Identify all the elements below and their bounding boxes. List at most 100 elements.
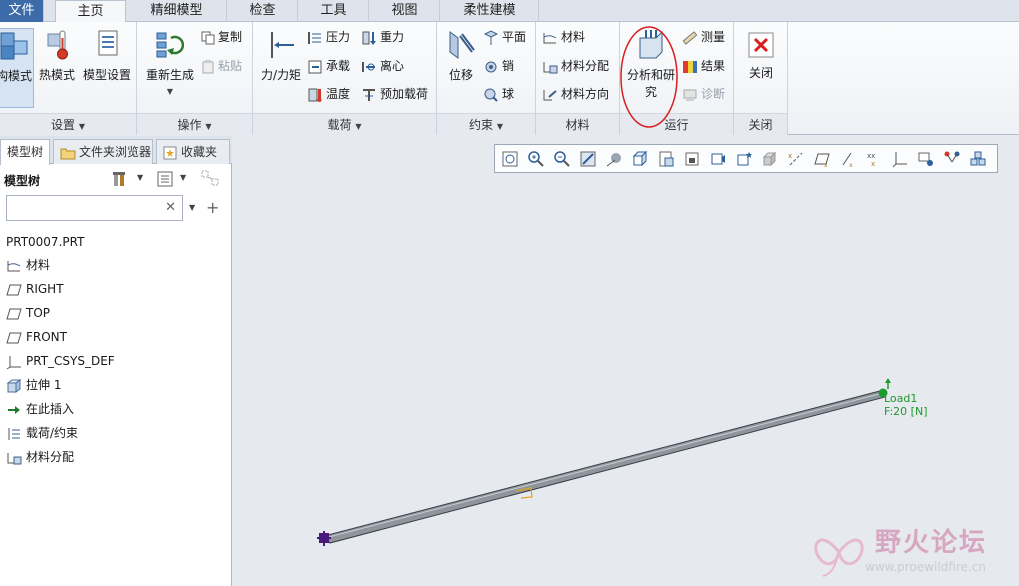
group-material-text: 材料 xyxy=(565,118,590,132)
tab-folder-browser[interactable]: 文件夹浏览器 xyxy=(53,139,153,164)
load-name: Load1 xyxy=(884,392,918,405)
material-label: 材料 xyxy=(561,30,586,44)
group-operations-text: 操作 xyxy=(177,118,202,132)
tree-item-label: FRONT xyxy=(26,330,67,344)
results-label: 结果 xyxy=(701,59,726,73)
ball-icon xyxy=(484,88,498,102)
temperature-button[interactable]: 温度 xyxy=(307,84,350,104)
group-constraints-label[interactable]: 约束 ▼ xyxy=(437,113,535,135)
material-assign-button[interactable]: 材料分配 xyxy=(542,56,609,76)
group-loads-label[interactable]: 载荷 ▼ xyxy=(253,113,436,135)
planar-button[interactable]: 平面 xyxy=(483,27,526,47)
chevron-down-icon[interactable]: ▼ xyxy=(137,173,143,182)
settings-tools-icon[interactable] xyxy=(112,170,132,188)
tree-item-top[interactable]: TOP xyxy=(6,302,50,324)
datum-plane-icon xyxy=(6,308,22,319)
displacement-button[interactable]: 位移 xyxy=(441,28,481,83)
tree-item-loads-constraints[interactable]: 载荷/约束 xyxy=(6,422,78,444)
material-orientation-button[interactable]: 材料方向 xyxy=(542,84,609,104)
annotation-circle xyxy=(620,26,678,128)
tab-file[interactable]: 文件 xyxy=(0,0,44,22)
material-button[interactable]: 材料 xyxy=(542,27,585,47)
centrifugal-button[interactable]: 离心 xyxy=(361,56,404,76)
results-button[interactable]: 结果 xyxy=(682,56,725,76)
chevron-down-icon[interactable]: ▼ xyxy=(180,173,186,182)
pressure-button[interactable]: 压力 xyxy=(307,27,350,47)
tab-tools[interactable]: 工具 xyxy=(299,0,369,22)
tab-view[interactable]: 视图 xyxy=(370,0,440,22)
model-setup-icon xyxy=(98,30,118,56)
model-setup-button[interactable]: 模型设置 xyxy=(80,28,134,83)
tab-inspect[interactable]: 检查 xyxy=(228,0,298,22)
preload-icon xyxy=(363,88,375,101)
ribbon: 构模式 热模式 模型设置 设置 ▼ 重新生成 ▼ 复制 粘贴 操作 ▼ 力/力矩… xyxy=(0,22,1019,135)
group-setup-label[interactable]: 设置 ▼ xyxy=(0,113,136,135)
clear-icon[interactable]: ✕ xyxy=(165,200,176,215)
gravity-icon xyxy=(362,31,376,45)
filter-icon[interactable] xyxy=(200,169,222,189)
insert-here-icon xyxy=(8,405,20,414)
pin-icon xyxy=(485,61,497,72)
group-loads: 力/力矩 压力 重力 承载 离心 温度 预加载荷 载荷 ▼ xyxy=(253,22,437,135)
tab-home[interactable]: 主页 xyxy=(55,0,126,23)
add-icon[interactable]: + xyxy=(206,198,219,217)
regenerate-label: 重新生成 xyxy=(145,68,194,82)
tree-item-csys[interactable]: PRT_CSYS_DEF xyxy=(6,350,115,372)
extrude-icon xyxy=(6,378,22,393)
thermal-mode-label: 热模式 xyxy=(38,68,75,82)
group-constraints-text: 约束 xyxy=(469,118,494,132)
gravity-button[interactable]: 重力 xyxy=(361,27,404,47)
chevron-down-icon[interactable]: ▼ xyxy=(189,203,195,212)
show-list-icon[interactable] xyxy=(156,170,174,188)
tab-model-tree-label: 模型树 xyxy=(7,145,44,159)
group-constraints: 位移 平面 销 球 约束 ▼ xyxy=(437,22,536,135)
close-button[interactable]: 关闭 xyxy=(740,30,782,81)
structure-mode-button[interactable]: 构模式 xyxy=(0,28,34,108)
tree-item-part[interactable]: PRT0007.PRT xyxy=(6,231,84,253)
material-icon xyxy=(543,32,557,43)
panel-tabs: 模型树 文件夹浏览器 收藏夹 xyxy=(0,136,232,165)
chevron-down-icon[interactable]: ▼ xyxy=(167,87,173,96)
group-close-text: 关闭 xyxy=(748,118,773,132)
group-operations: 重新生成 ▼ 复制 粘贴 操作 ▼ xyxy=(137,22,253,135)
pressure-label: 压力 xyxy=(326,30,351,44)
measure-button[interactable]: 测量 xyxy=(682,27,725,47)
tree-item-insert-here[interactable]: 在此插入 xyxy=(6,398,74,420)
regenerate-button[interactable]: 重新生成 ▼ xyxy=(141,28,199,97)
group-loads-text: 载荷 xyxy=(327,118,352,132)
copy-button[interactable]: 复制 xyxy=(201,27,242,47)
tree-item-material[interactable]: 材料 xyxy=(6,254,50,276)
bearing-icon xyxy=(308,60,322,73)
tree-item-label: 材料 xyxy=(26,258,51,272)
tab-favorites[interactable]: 收藏夹 xyxy=(156,139,230,164)
bearing-button[interactable]: 承载 xyxy=(307,56,350,76)
thermal-mode-button[interactable]: 热模式 xyxy=(36,28,78,83)
thermometer-icon xyxy=(47,30,68,60)
pin-label: 销 xyxy=(502,59,515,73)
force-moment-button[interactable]: 力/力矩 xyxy=(257,28,305,83)
paste-button[interactable]: 粘贴 xyxy=(201,56,242,76)
pressure-icon xyxy=(308,31,321,44)
tab-model-tree[interactable]: 模型树 xyxy=(0,139,50,165)
pin-button[interactable]: 销 xyxy=(483,56,514,76)
tree-item-extrude[interactable]: 拉伸 1 xyxy=(6,374,61,396)
close-icon xyxy=(748,32,774,58)
tree-item-material-assign[interactable]: 材料分配 xyxy=(6,446,74,468)
tab-refine-model[interactable]: 精细模型 xyxy=(127,0,227,22)
tree-item-front[interactable]: FRONT xyxy=(6,326,67,348)
tree-item-right[interactable]: RIGHT xyxy=(6,278,64,300)
diagnostics-icon xyxy=(683,89,697,100)
tab-flexible-modeling[interactable]: 柔性建模 xyxy=(441,0,539,22)
diagnostics-label: 诊断 xyxy=(701,87,726,101)
group-operations-label[interactable]: 操作 ▼ xyxy=(137,113,252,135)
structure-mode-icon xyxy=(0,32,28,60)
diagnostics-button[interactable]: 诊断 xyxy=(682,84,725,104)
regenerate-icon xyxy=(156,32,185,58)
material-assign-label: 材料分配 xyxy=(561,59,610,73)
ball-button[interactable]: 球 xyxy=(483,84,514,104)
tab-favorites-label: 收藏夹 xyxy=(181,145,218,159)
copy-label: 复制 xyxy=(218,30,243,44)
material-assign-icon xyxy=(543,61,558,73)
preload-button[interactable]: 预加载荷 xyxy=(361,84,428,104)
search-input[interactable]: ✕ xyxy=(6,195,183,221)
